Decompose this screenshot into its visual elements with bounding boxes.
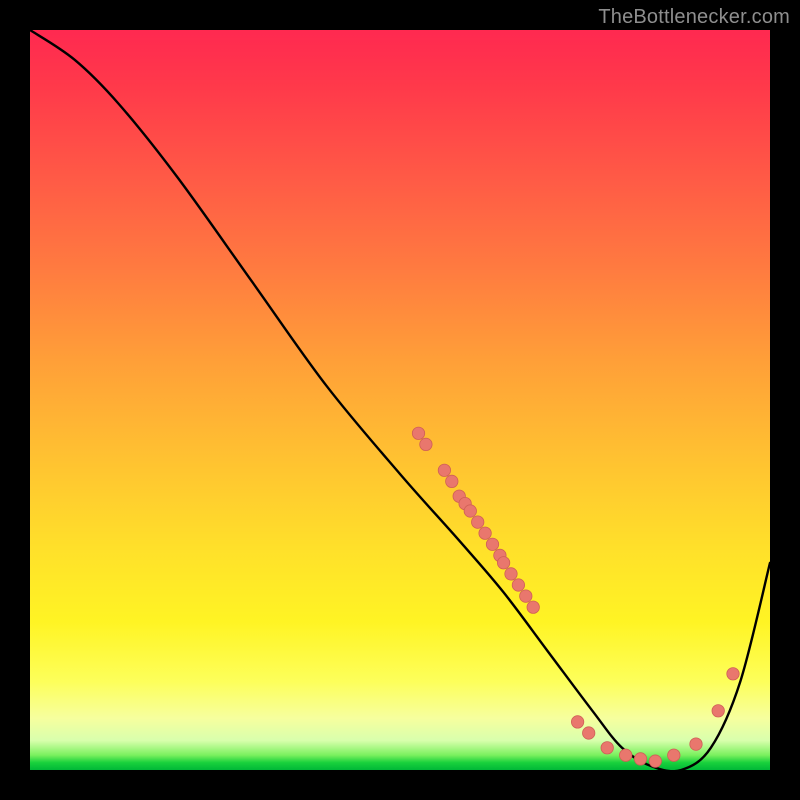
data-marker <box>649 755 661 767</box>
data-marker <box>420 438 432 450</box>
data-marker <box>690 738 702 750</box>
data-marker <box>727 668 739 680</box>
data-marker <box>472 516 484 528</box>
data-marker <box>512 579 524 591</box>
data-marker <box>520 590 532 602</box>
data-marker <box>583 727 595 739</box>
data-marker <box>527 601 539 613</box>
bottleneck-curve <box>30 30 770 770</box>
plot-area <box>30 30 770 770</box>
data-marker <box>712 705 724 717</box>
data-marker <box>497 557 509 569</box>
data-marker <box>479 527 491 539</box>
data-marker <box>601 742 613 754</box>
data-marker <box>620 749 632 761</box>
data-marker <box>486 538 498 550</box>
data-marker <box>464 505 476 517</box>
chart-frame: TheBottlenecker.com <box>0 0 800 800</box>
data-marker <box>634 753 646 765</box>
data-marker <box>438 464 450 476</box>
chart-svg <box>30 30 770 770</box>
watermark-label: TheBottlenecker.com <box>598 6 790 29</box>
data-markers <box>412 427 739 767</box>
data-marker <box>668 749 680 761</box>
data-marker <box>446 475 458 487</box>
data-marker <box>571 716 583 728</box>
data-marker <box>505 568 517 580</box>
data-marker <box>412 427 424 439</box>
